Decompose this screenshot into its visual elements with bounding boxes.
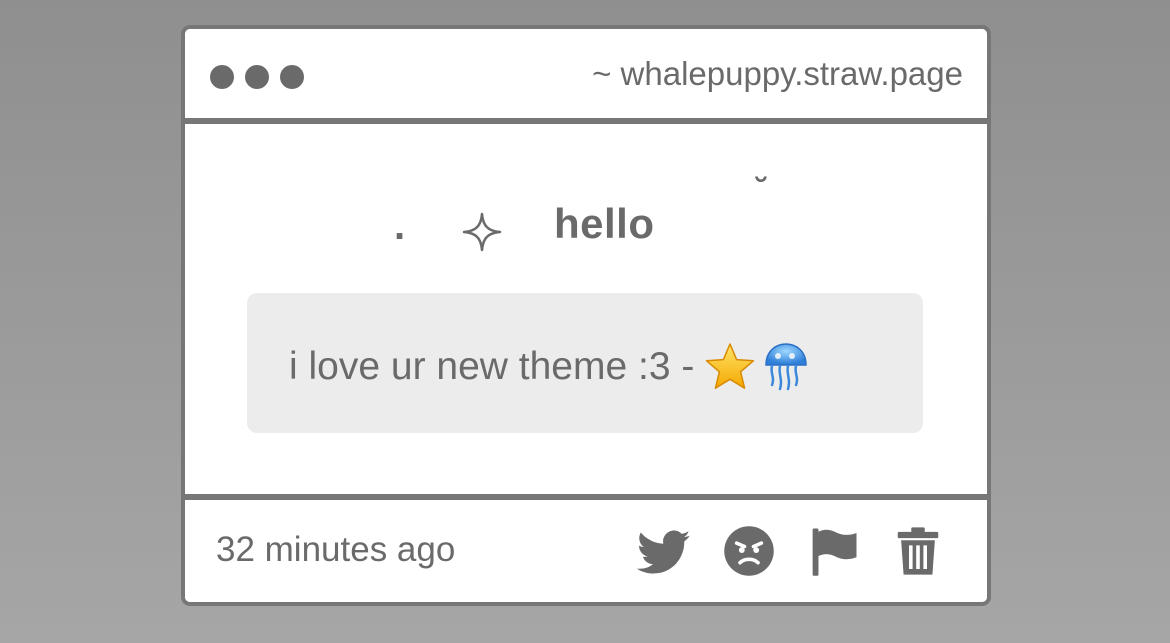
angry-react-button[interactable] [722, 524, 776, 578]
title-prefix: . [394, 204, 406, 248]
title-suffix: ˘ [756, 172, 768, 210]
app-window: ~ whalepuppy.straw.page . hello ˘ i love… [181, 25, 991, 606]
window-dot-1[interactable] [210, 65, 234, 89]
window-dots [210, 65, 304, 89]
title-bar: ~ whalepuppy.straw.page [185, 29, 987, 118]
trash-icon [897, 527, 939, 575]
site-url[interactable]: ~ whalepuppy.straw.page [592, 55, 963, 93]
window-dot-3[interactable] [280, 65, 304, 89]
post-content: . hello ˘ i love ur new theme :3 - [185, 124, 987, 494]
post-title: hello [554, 200, 655, 247]
delete-button[interactable] [891, 524, 945, 578]
jellyfish-emoji-icon [765, 343, 808, 391]
window-dot-2[interactable] [245, 65, 269, 89]
twitter-icon [637, 530, 691, 574]
angry-face-icon [724, 526, 774, 576]
twitter-share-button[interactable] [637, 524, 691, 578]
timestamp: 32 minutes ago [216, 530, 456, 569]
post-footer: 32 minutes ago [185, 500, 987, 602]
star-emoji-icon [706, 343, 755, 389]
flag-icon [812, 528, 857, 576]
message: i love ur new theme :3 - [289, 341, 812, 393]
message-box: i love ur new theme :3 - [247, 293, 923, 433]
message-text: i love ur new theme :3 - [289, 345, 695, 388]
sparkle-icon [462, 212, 502, 252]
report-flag-button[interactable] [807, 524, 861, 578]
